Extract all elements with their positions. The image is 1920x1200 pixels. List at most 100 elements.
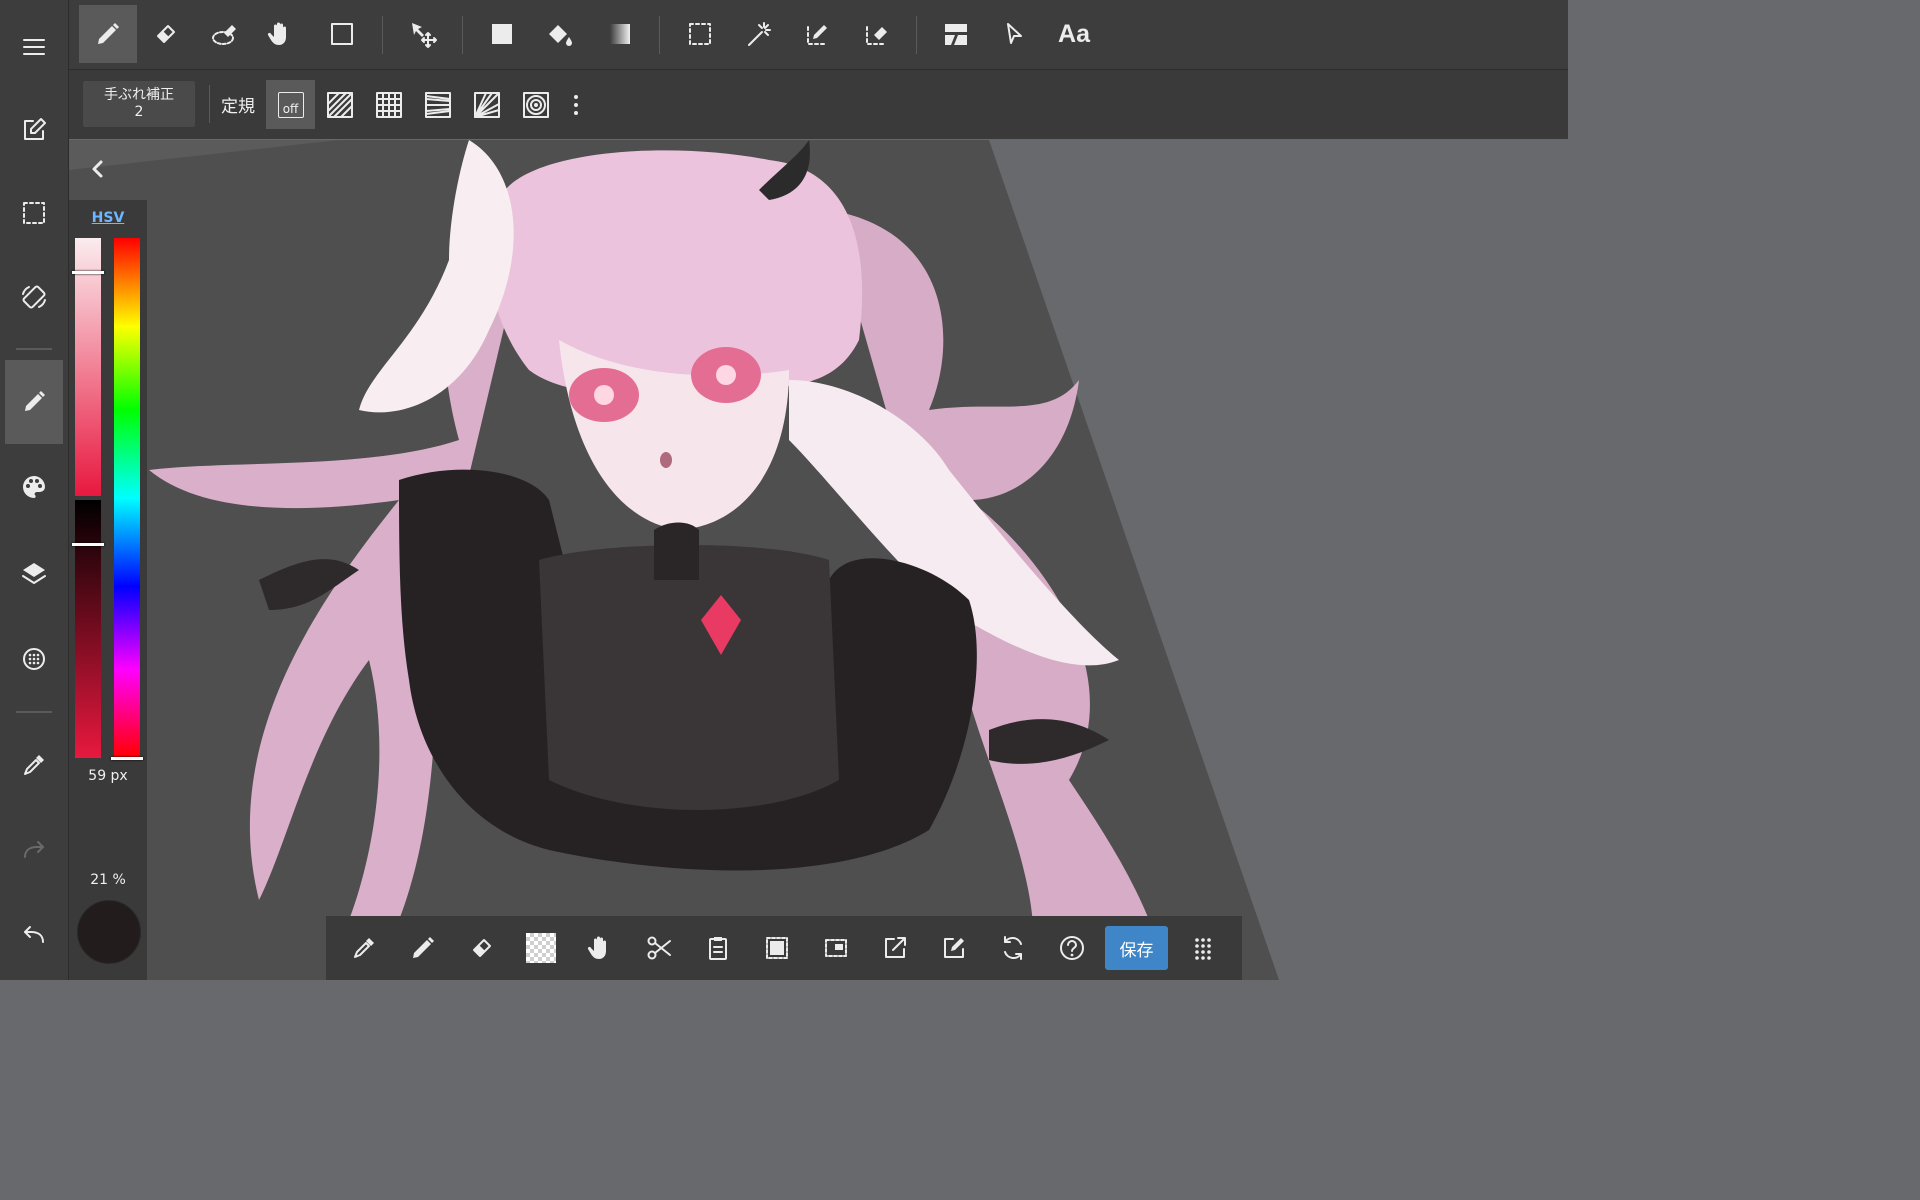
deselect-button[interactable] [814, 926, 858, 970]
transform-button[interactable] [991, 926, 1035, 970]
redo-button[interactable] [5, 815, 63, 885]
bucket-icon [549, 25, 572, 46]
redo-icon [24, 841, 44, 858]
artwork [69, 140, 1279, 980]
grid-ruler-button[interactable] [364, 80, 413, 129]
export-icon [885, 937, 906, 958]
text-icon: Aa [1058, 19, 1090, 48]
fill-rect-tool-button[interactable] [473, 5, 531, 63]
color-panel: HSV 59 px 21 % [69, 200, 147, 980]
gradient-tool-button[interactable] [591, 5, 649, 63]
export-button[interactable] [873, 926, 917, 970]
undo-button[interactable] [5, 900, 63, 970]
rectangle-tool-button[interactable] [313, 5, 371, 63]
menu-button[interactable] [5, 12, 63, 82]
hand-tool-button[interactable] [251, 5, 309, 63]
select-all-icon [766, 937, 788, 959]
bottom-toolbar: 保存 [326, 916, 1242, 980]
transparent-color-button[interactable] [519, 926, 563, 970]
more-options-button[interactable] [560, 80, 592, 129]
stabilizer-label: 手ぶれ補正 [104, 87, 174, 103]
transparent-icon [526, 933, 556, 963]
selection-button[interactable] [5, 178, 63, 248]
eraser-icon [157, 25, 175, 43]
concentric-ruler-button[interactable] [511, 80, 560, 129]
eyedropper-button[interactable] [342, 926, 386, 970]
import-button[interactable] [932, 926, 976, 970]
select-pen-icon [807, 25, 827, 45]
select-all-button[interactable] [755, 926, 799, 970]
eraser-tool-button[interactable] [137, 5, 195, 63]
cursor-tool-button[interactable] [985, 5, 1043, 63]
save-button[interactable]: 保存 [1105, 926, 1168, 970]
eyedropper-button[interactable] [5, 730, 63, 800]
ruler-off-button[interactable]: off [266, 80, 315, 129]
move-icon [412, 23, 437, 48]
hand-button[interactable] [578, 926, 622, 970]
edit-button[interactable] [5, 95, 63, 165]
radial-ruler-button[interactable] [462, 80, 511, 129]
gradient-icon [610, 24, 630, 44]
more-menu-button[interactable] [1181, 926, 1225, 970]
more-vert-icon [574, 94, 578, 115]
ruler-label: 定規 [221, 97, 255, 117]
toolbar-divider [462, 16, 463, 54]
help-button[interactable] [1050, 926, 1094, 970]
divide-tool-button[interactable] [927, 5, 985, 63]
paste-button[interactable] [696, 926, 740, 970]
collapse-panel-button[interactable] [83, 154, 113, 184]
select-pen-tool-button[interactable] [789, 5, 847, 63]
transform-icon [1004, 936, 1022, 960]
select-eraser-tool-button[interactable] [848, 5, 906, 63]
undo-icon [24, 926, 44, 943]
cut-button[interactable] [637, 926, 681, 970]
toolbar-divider [659, 16, 660, 54]
edit-icon [24, 118, 46, 140]
select-eraser-icon [866, 26, 887, 45]
brush-size-label[interactable]: 59 px [69, 768, 147, 784]
drawing-canvas[interactable] [69, 140, 1568, 980]
color-mode-toggle[interactable]: HSV [69, 210, 147, 226]
hue-slider[interactable] [114, 238, 140, 758]
brightness-slider-handle[interactable] [72, 542, 104, 546]
fill-rect-icon [492, 24, 512, 44]
perspective-ruler-button[interactable] [413, 80, 462, 129]
concentric-ruler-icon [522, 91, 549, 118]
bucket-tool-button[interactable] [531, 5, 589, 63]
blur-eraser-tool-button[interactable] [195, 5, 253, 63]
eraser-button[interactable] [460, 926, 504, 970]
opacity-label[interactable]: 21 % [69, 872, 147, 888]
rectangle-shape-icon [331, 23, 353, 45]
current-color-swatch[interactable] [77, 900, 141, 964]
stabilizer-button[interactable]: 手ぶれ補正 2 [83, 81, 195, 127]
stabilizer-value: 2 [134, 104, 144, 120]
text-tool-button[interactable]: Aa [1045, 5, 1103, 63]
palette-button[interactable] [5, 452, 63, 522]
brightness-slider[interactable] [75, 500, 101, 758]
eyedropper-icon [24, 755, 44, 775]
palette-icon [23, 476, 45, 498]
saturation-slider[interactable] [75, 238, 101, 496]
pen-button[interactable] [401, 926, 445, 970]
tool-options-bar: 手ぶれ補正 2 定規 off [69, 70, 1568, 139]
saturation-slider-handle[interactable] [72, 270, 104, 274]
brush-button[interactable] [5, 360, 63, 444]
sidebar-divider [16, 348, 52, 350]
hue-slider-handle[interactable] [111, 757, 143, 760]
top-toolbar: Aa [69, 0, 1568, 70]
select-rect-tool-button[interactable] [671, 5, 729, 63]
magic-wand-tool-button[interactable] [730, 5, 788, 63]
move-tool-button[interactable] [394, 5, 452, 63]
rotate-canvas-button[interactable] [5, 262, 63, 332]
paste-icon [709, 937, 727, 960]
parallel-ruler-button[interactable] [315, 80, 364, 129]
divide-tool-icon [945, 24, 967, 45]
deselect-icon [825, 939, 847, 957]
toolbar-divider [382, 16, 383, 54]
left-sidebar [0, 0, 69, 980]
sidebar-divider [16, 711, 52, 713]
material-button[interactable] [5, 624, 63, 694]
help-icon [1060, 936, 1084, 960]
layers-button[interactable] [5, 538, 63, 608]
pen-tool-button[interactable] [79, 5, 137, 63]
